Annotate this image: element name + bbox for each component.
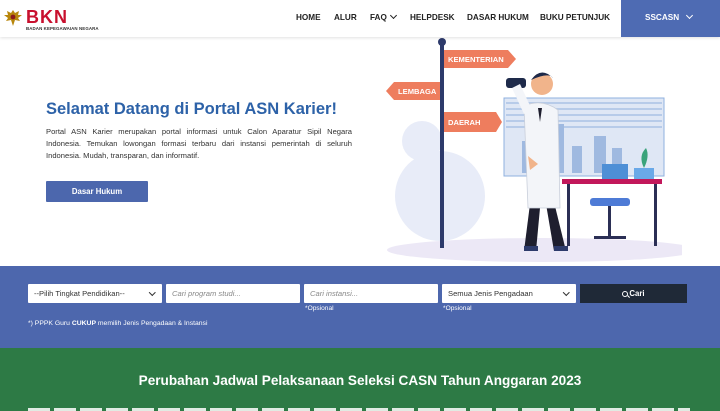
prodi-input[interactable]: Cari program studi... (166, 284, 300, 303)
search-icon (622, 291, 629, 297)
signpost-cap (438, 38, 446, 46)
announcement-title: Perubahan Jadwal Pelaksanaan Seleksi CAS… (138, 373, 582, 388)
garuda-emblem-icon (4, 10, 22, 26)
nav-faq[interactable]: FAQ (370, 11, 397, 22)
search-band (0, 266, 720, 348)
note-prefix: *) PPPK Guru (28, 320, 72, 327)
instansi-input[interactable]: Cari instansi... (304, 284, 438, 303)
pppk-guru-note: *) PPPK Guru CUKUP memilih Jenis Pengada… (28, 320, 207, 327)
nav-home[interactable]: HOME (296, 13, 321, 22)
note-suffix: memilih Jenis Pengadaan & Instansi (96, 320, 208, 327)
pengadaan-opsional-note: *Opsional (443, 305, 472, 312)
desk-leg-left (567, 184, 570, 246)
pendidikan-select-value: --Pilih Tingkat Pendidikan-- (34, 289, 125, 298)
desk-leg-right (654, 184, 657, 246)
cari-button[interactable]: Cari (580, 284, 687, 303)
signpost-pole (440, 42, 444, 248)
chevron-down-icon (562, 289, 569, 296)
logo-subtitle: BADAN KEPEGAWAIAN NEGARA (26, 26, 99, 31)
sign-kementerian-label: KEMENTERIAN (448, 55, 504, 64)
nav-faq-label: FAQ (370, 13, 387, 22)
top-header: BKN BADAN KEPEGAWAIAN NEGARA HOME ALUR F… (0, 0, 720, 37)
chevron-down-icon (389, 11, 397, 20)
sscasn-label: SSCASN (645, 13, 680, 22)
chair-base (594, 236, 626, 239)
hero-description: Portal ASN Karier merupakan portal infor… (46, 127, 352, 161)
desk-top (562, 179, 662, 184)
sscasn-dropdown[interactable]: SSCASN (621, 0, 720, 37)
sign-daerah-label: DAERAH (448, 118, 481, 127)
cari-label: Cari (629, 289, 645, 298)
announcement-text-cutoff (28, 405, 690, 411)
pengadaan-select[interactable]: Semua Jenis Pengadaan (442, 284, 576, 303)
book-stack (634, 168, 654, 179)
nav-dasar-hukum[interactable]: DASAR HUKUM (467, 13, 529, 22)
nav-buku-petunjuk[interactable]: BUKU PETUNJUK (540, 13, 610, 22)
logo-text: BKN (26, 7, 68, 27)
nav-helpdesk[interactable]: HELPDESK (410, 13, 455, 22)
laptop (602, 164, 628, 179)
instansi-opsional-note: *Opsional (305, 305, 334, 312)
pengadaan-select-value: Semua Jenis Pengadaan (448, 289, 533, 298)
pendidikan-select[interactable]: --Pilih Tingkat Pendidikan-- (28, 284, 162, 303)
chevron-down-icon (148, 289, 155, 296)
bkn-logo[interactable]: BKN BADAN KEPEGAWAIAN NEGARA (2, 4, 99, 34)
hero-title: Selamat Datang di Portal ASN Karier! (46, 100, 337, 118)
chair-stem (608, 206, 611, 236)
chair-seat (590, 198, 630, 206)
hero-illustration: KEMENTERIAN LEMBAGA DAERAH (386, 38, 682, 262)
bg-circle-small (402, 121, 442, 161)
note-bold: CUKUP (71, 320, 96, 327)
sign-lembaga-label: LEMBAGA (398, 87, 437, 96)
dasar-hukum-button[interactable]: Dasar Hukum (46, 181, 148, 202)
chevron-down-icon (685, 11, 694, 20)
nav-alur[interactable]: ALUR (334, 13, 357, 22)
